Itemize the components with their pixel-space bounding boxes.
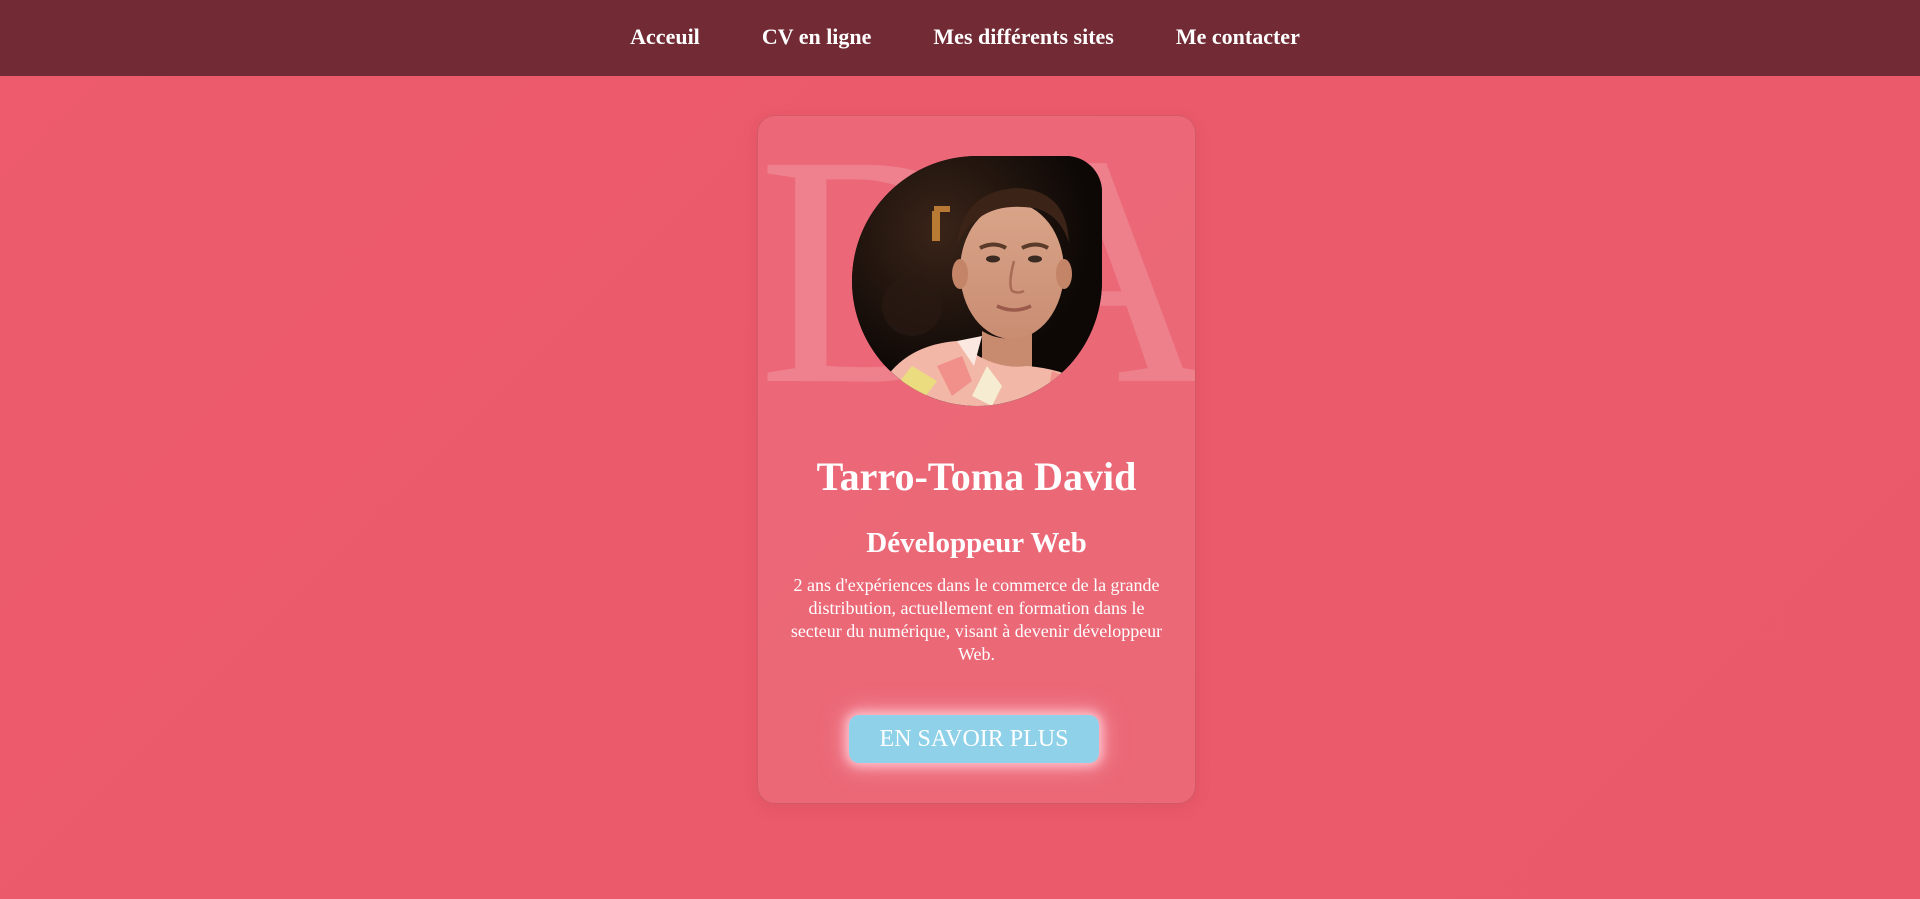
profile-role: Développeur Web <box>866 527 1087 559</box>
nav-item-cv: CV en ligne <box>762 24 872 51</box>
profile-photo <box>852 156 1102 406</box>
nav-menu: Acceuil CV en ligne Mes différents sites… <box>599 24 1331 51</box>
nav-item-accueil: Acceuil <box>630 24 700 51</box>
top-navigation: Acceuil CV en ligne Mes différents sites… <box>0 0 1920 76</box>
nav-item-sites: Mes différents sites <box>933 24 1113 51</box>
profile-name: Tarro-Toma David <box>816 454 1137 499</box>
nav-link-mes-sites[interactable]: Mes différents sites <box>933 24 1113 49</box>
learn-more-button[interactable]: EN SAVOIR PLUS <box>849 715 1099 763</box>
profile-description: 2 ans d'expériences dans le commerce de … <box>790 575 1163 664</box>
portrait-image <box>852 156 1102 406</box>
nav-item-contact: Me contacter <box>1176 24 1300 51</box>
nav-link-cv-en-ligne[interactable]: CV en ligne <box>762 24 872 49</box>
nav-link-accueil[interactable]: Acceuil <box>630 24 700 49</box>
nav-link-me-contacter[interactable]: Me contacter <box>1176 24 1300 49</box>
profile-card: DA <box>757 115 1196 804</box>
